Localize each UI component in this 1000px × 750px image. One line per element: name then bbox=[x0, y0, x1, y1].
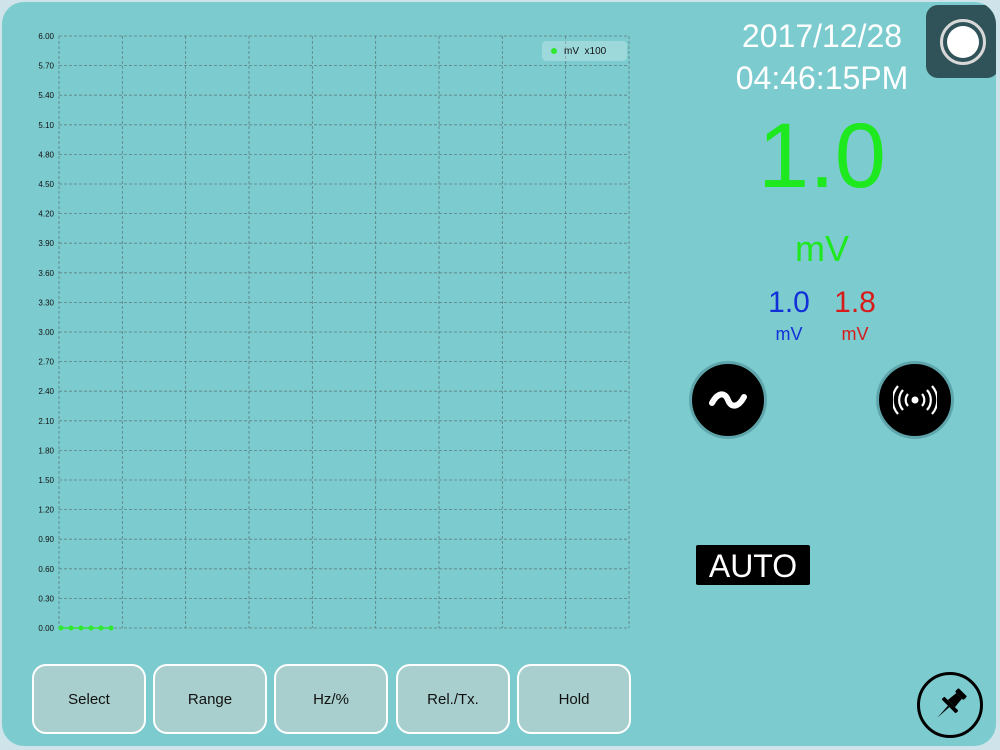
y-tick-label: 3.90 bbox=[38, 239, 54, 248]
ac-mode-button[interactable] bbox=[689, 361, 767, 439]
y-tick-label: 5.70 bbox=[38, 62, 54, 71]
data-point bbox=[108, 625, 114, 631]
y-tick-label: 3.00 bbox=[38, 328, 54, 337]
y-tick-label: 2.10 bbox=[38, 417, 54, 426]
date-display: 2017/12/28 bbox=[741, 18, 903, 54]
secondary-unit-blue: mV bbox=[775, 324, 803, 344]
y-tick-label: 1.20 bbox=[38, 506, 54, 515]
y-tick-label: 0.30 bbox=[38, 594, 54, 603]
y-tick-label: 4.20 bbox=[38, 210, 54, 219]
y-tick-label: 5.40 bbox=[38, 91, 54, 100]
y-tick-label: 1.50 bbox=[38, 476, 54, 485]
secondary-reading-red: 1.8 bbox=[834, 286, 876, 319]
y-tick-label: 6.00 bbox=[38, 32, 54, 41]
data-point bbox=[88, 625, 94, 631]
signal-icon bbox=[893, 385, 937, 415]
tilde-icon bbox=[709, 391, 747, 409]
y-tick-label: 4.50 bbox=[38, 180, 54, 189]
meter-screen: 6.00 5.70 5.40 5.10 4.80 4.50 4.20 3.90 3.60 3.30… bbox=[2, 2, 996, 746]
chart: 6.00 5.70 5.40 5.10 4.80 4.50 4.20 3.90 3.60 3.30… bbox=[38, 32, 630, 633]
secondary-reading-blue: 1.0 bbox=[768, 286, 810, 319]
chart-legend: mV x100 bbox=[542, 41, 627, 61]
record-button[interactable] bbox=[926, 5, 996, 78]
y-tick-label: 0.90 bbox=[38, 535, 54, 544]
time-display: 04:46:15PM bbox=[735, 60, 909, 96]
y-tick-label: 0.60 bbox=[38, 565, 54, 574]
data-point bbox=[58, 625, 64, 631]
select-button[interactable]: Select bbox=[32, 664, 146, 734]
y-tick-label: 4.80 bbox=[38, 150, 54, 159]
hold-button[interactable]: Hold bbox=[517, 664, 631, 734]
secondary-unit-red: mV bbox=[841, 324, 869, 344]
legend-dot-icon bbox=[551, 48, 557, 54]
main-reading: 1.0 bbox=[758, 105, 886, 207]
y-tick-label: 2.40 bbox=[38, 387, 54, 396]
y-tick-label: 5.10 bbox=[38, 121, 54, 130]
data-point bbox=[78, 625, 84, 631]
y-tick-label: 3.30 bbox=[38, 298, 54, 307]
hz-percent-button[interactable]: Hz/% bbox=[274, 664, 388, 734]
record-icon bbox=[939, 18, 986, 65]
wireless-button[interactable] bbox=[876, 361, 954, 439]
range-mode-badge: AUTO bbox=[696, 545, 810, 585]
rel-tx-button[interactable]: Rel./Tx. bbox=[396, 664, 510, 734]
y-tick-label: 2.70 bbox=[38, 358, 54, 367]
y-tick-label: 0.00 bbox=[38, 624, 54, 633]
legend-label: mV x100 bbox=[564, 45, 607, 57]
data-point bbox=[98, 625, 104, 631]
y-tick-label: 1.80 bbox=[38, 446, 54, 455]
data-point bbox=[68, 625, 74, 631]
range-button[interactable]: Range bbox=[153, 664, 267, 734]
pushpin-icon bbox=[937, 688, 967, 718]
main-unit: mV bbox=[795, 228, 849, 269]
y-tick-label: 3.60 bbox=[38, 269, 54, 278]
pin-button[interactable] bbox=[917, 672, 983, 738]
